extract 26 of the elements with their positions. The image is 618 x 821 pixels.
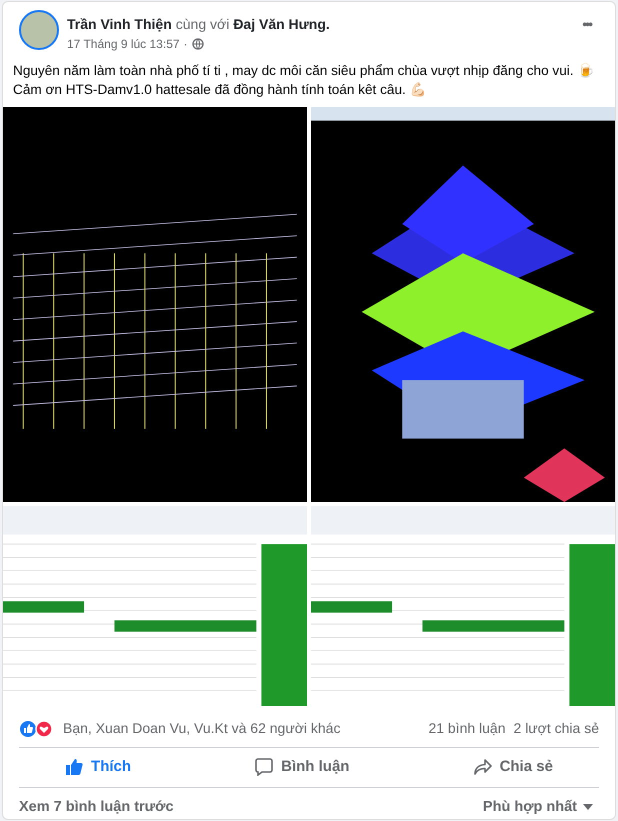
view-previous-comments-link[interactable]: Xem 7 bình luận trước	[19, 796, 174, 818]
avatar[interactable]	[19, 10, 59, 50]
3d-model-image[interactable]	[311, 107, 615, 502]
spreadsheet-image[interactable]	[3, 506, 307, 706]
share-button[interactable]: Chia sẻ	[454, 752, 573, 782]
share-arrow-icon	[474, 758, 492, 776]
sort-dropdown[interactable]: Phù hợp nhất	[476, 796, 599, 819]
globe-icon	[192, 38, 204, 50]
comments-count-link[interactable]: 21 bình luận	[428, 718, 506, 739]
wireframe-model-image[interactable]	[3, 107, 307, 502]
post-time-link[interactable]: 17 Tháng 9 lúc 13:57	[67, 35, 180, 53]
reaction-names-link[interactable]: Bạn, Xuan Doan Vu, Vu.Kt và 62 người khác	[63, 718, 428, 739]
with-label: cùng với	[176, 15, 230, 34]
more-options-button[interactable]: •••	[574, 10, 599, 39]
like-button[interactable]: Thích	[45, 752, 152, 782]
separator-dot: ·	[184, 36, 188, 53]
tagged-name-link[interactable]: Đaj Văn Hưng.	[233, 14, 330, 35]
post-text: Cảm ơn HTS-Damv1.0 hattesale đã đồng hành tính toán kêt câu. 💪🏻	[12, 81, 428, 99]
comment-button[interactable]: Bình luận	[235, 752, 370, 782]
speech-bubble-icon	[255, 758, 274, 776]
post-text: Nguyên năm làm toàn nhà phố tí ti , may dc môi căn siêu phẩm chùa vượt nhịp đăng cho vui. 🍺	[12, 62, 596, 80]
caret-icon	[583, 804, 593, 810]
thumbs-up-icon	[65, 758, 84, 776]
shares-count-link[interactable]: 2 lượt chia sẻ	[514, 718, 599, 739]
author-name-link[interactable]: Trần Vinh Thiện	[67, 14, 172, 35]
spreadsheet-image[interactable]	[311, 506, 615, 706]
